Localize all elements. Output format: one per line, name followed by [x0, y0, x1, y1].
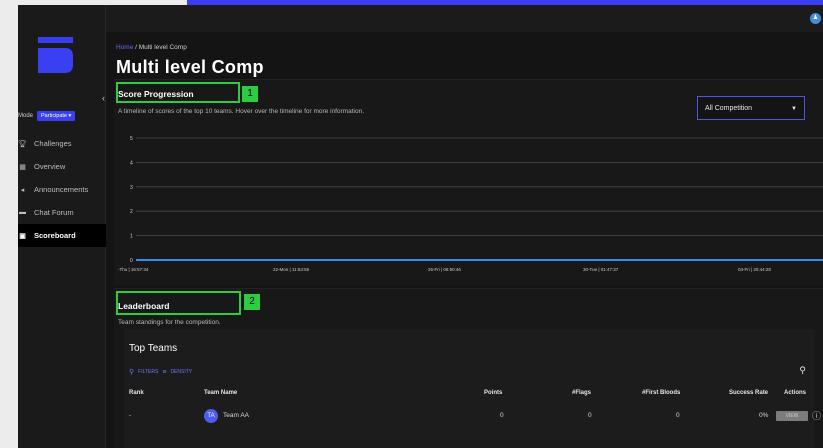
y-tick-label: 2 — [130, 209, 133, 215]
sidebar-nav: 🏆︎ Challenges ▦ Overview ◂ Announcements… — [18, 132, 106, 247]
chat-icon: ▬ — [19, 209, 26, 216]
y-tick-label: 1 — [130, 234, 133, 240]
highlight-marker-2: 2 — [244, 294, 260, 310]
score-progression-title: Score Progression — [118, 89, 194, 99]
points-cell: 0 — [500, 412, 504, 419]
y-tick-label: 3 — [130, 185, 133, 191]
competition-select[interactable]: All Competition ▼ — [697, 96, 805, 120]
table-header: Rank Team Name Points #Flags #First Bloo… — [124, 390, 814, 402]
sidebar-item-label: Challenges — [34, 139, 72, 148]
mode-selector: Mode Participate ▾ — [18, 109, 106, 123]
sidebar-item-challenges[interactable]: 🏆︎ Challenges — [18, 132, 106, 155]
mode-label: Mode — [18, 113, 34, 119]
team-name-cell: Team AA — [223, 412, 250, 419]
top-teams-card: Top Teams ⚲ FILTERS ≡ DENSITY ⚲ Rank Tea… — [124, 329, 821, 448]
x-tick-label: 30-Tue | 01:47:37 — [583, 267, 619, 272]
x-tick-label: 03-Fri | 20:44:28 — [738, 267, 771, 272]
scoreboard-icon: ▣ — [19, 232, 26, 240]
score-chart[interactable]: 0 1 2 3 4 5 -Thu | 16:57:34 22-Mon | 11:53:55 26… — [114, 128, 823, 286]
breadcrumb: Home / Multi level Comp — [116, 44, 187, 51]
trophy-icon: 🏆︎ — [18, 140, 27, 148]
score-progression-subtitle: A timeline of scores of the top 10 teams… — [118, 108, 365, 115]
column-header-success-rate[interactable]: Success Rate — [729, 390, 768, 396]
competition-select-value: All Competition — [705, 105, 753, 112]
chevron-down-icon: ▼ — [791, 106, 797, 112]
y-tick-label: 0 — [130, 258, 133, 264]
sidebar-item-label: Scoreboard — [34, 231, 76, 240]
top-teams-title: Top Teams — [129, 343, 178, 354]
x-tick-label: 22-Mon | 11:53:55 — [273, 267, 310, 272]
collapse-sidebar-button[interactable]: ‹ — [102, 93, 105, 103]
app-window: ‹ Mode Participate ▾ 🏆︎ Challenges ▦ Ove… — [18, 5, 823, 448]
column-header-first-bloods[interactable]: #First Bloods — [642, 390, 680, 396]
view-team-button[interactable]: VIEW — [776, 411, 808, 421]
breadcrumb-home-link[interactable]: Home — [116, 44, 133, 51]
leaderboard-subtitle: Team standings for the competition. — [118, 319, 221, 326]
sidebar-item-label: Announcements — [34, 185, 89, 194]
column-header-points[interactable]: Points — [484, 390, 502, 396]
column-header-flags[interactable]: #Flags — [572, 390, 591, 396]
dashboard-icon: ▦ — [19, 163, 26, 171]
filters-button[interactable]: FILTERS — [138, 369, 158, 375]
density-button[interactable]: DENSITY — [170, 369, 192, 375]
team-avatar: TA — [204, 409, 218, 423]
page-title: Multi level Comp — [116, 57, 264, 77]
breadcrumb-current: Multi level Comp — [138, 44, 187, 51]
y-tick-label: 4 — [130, 160, 133, 166]
y-tick-label: 5 — [130, 136, 133, 142]
first-bloods-cell: 0 — [676, 412, 680, 419]
sidebar-item-scoreboard[interactable]: ▣ Scoreboard — [18, 224, 106, 247]
leaderboard-panel: 2 Leaderboard Team standings for the com… — [114, 288, 823, 448]
team-icon[interactable]: ♟ — [810, 13, 821, 24]
logo-icon — [38, 37, 73, 73]
search-icon[interactable]: ⚲ — [799, 365, 806, 376]
score-progression-panel: 1 Score Progression A timeline of scores… — [114, 79, 823, 285]
filter-icon: ⚲ — [129, 369, 135, 376]
sidebar-item-label: Chat Forum — [34, 208, 74, 217]
column-header-actions: Actions — [784, 390, 807, 396]
leaderboard-title: Leaderboard — [118, 301, 170, 311]
megaphone-icon: ◂ — [20, 186, 25, 194]
sidebar-item-chat-forum[interactable]: ▬ Chat Forum — [18, 201, 106, 224]
sidebar-item-label: Overview — [34, 162, 66, 171]
sidebar: ‹ Mode Participate ▾ 🏆︎ Challenges ▦ Ove… — [18, 5, 106, 448]
sidebar-item-overview[interactable]: ▦ Overview — [18, 155, 106, 178]
top-bar: ♟ J — [106, 5, 823, 32]
mode-dropdown[interactable]: Participate ▾ — [37, 111, 76, 121]
column-header-team-name[interactable]: Team Name — [204, 390, 237, 396]
info-icon[interactable]: ⓘ — [812, 409, 821, 422]
mode-value: Participate — [41, 113, 68, 119]
sidebar-item-announcements[interactable]: ◂ Announcements — [18, 178, 106, 201]
density-icon: ≡ — [162, 368, 167, 376]
table-toolbar: ⚲ FILTERS ≡ DENSITY — [129, 368, 192, 377]
rank-cell: - — [129, 412, 132, 419]
table-row: - TA Team AA 0 0 0 0% VIEW ⓘ — [124, 409, 821, 425]
x-tick-label: -Thu | 16:57:34 — [118, 267, 149, 272]
success-rate-cell: 0% — [759, 412, 769, 419]
flags-cell: 0 — [588, 412, 592, 419]
column-header-rank[interactable]: Rank — [129, 390, 144, 396]
x-tick-label: 26-Fri | 06:50:46 — [428, 267, 461, 272]
highlight-marker-1: 1 — [242, 86, 258, 102]
